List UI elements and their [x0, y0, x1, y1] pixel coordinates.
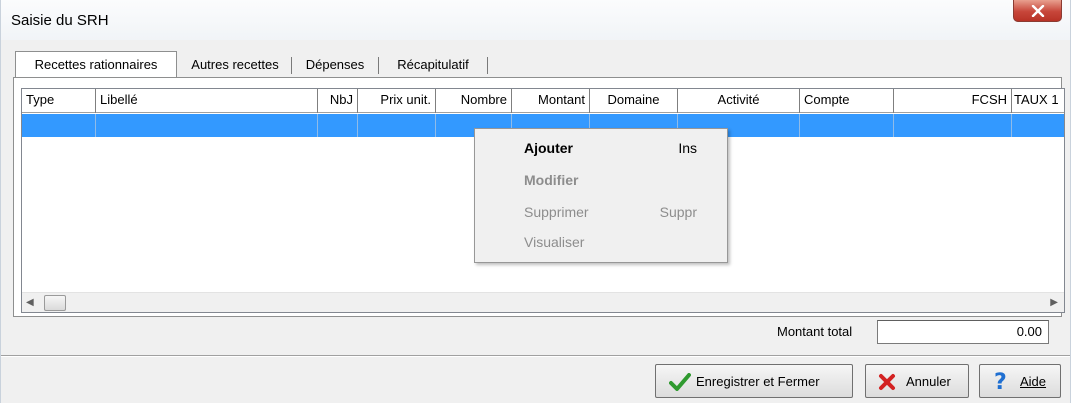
tab-depenses[interactable]: Dépenses	[294, 52, 376, 77]
table-cell[interactable]	[894, 114, 1012, 137]
column-header-activite[interactable]: Activité	[678, 89, 800, 113]
title-bar[interactable]: Saisie du SRH	[1, 0, 1070, 40]
tab-recettes-rationnaires[interactable]: Recettes rationnaires	[15, 51, 177, 78]
menu-item-supprimer[interactable]: Supprimer Suppr	[475, 199, 727, 225]
checkmark-icon	[669, 373, 691, 391]
column-header-nbj[interactable]: NbJ	[318, 89, 358, 113]
cancel-button-label: Annuler	[906, 374, 951, 389]
tab-separator	[487, 57, 488, 74]
tab-separator	[378, 57, 379, 74]
save-and-close-button[interactable]: Enregistrer et Fermer	[655, 364, 853, 398]
close-button[interactable]	[1013, 0, 1062, 22]
tab-autres-recettes[interactable]: Autres recettes	[181, 52, 289, 77]
menu-item-label: Supprimer	[524, 204, 589, 220]
table-cell[interactable]	[22, 114, 96, 137]
column-header-domaine[interactable]: Domaine	[590, 89, 678, 113]
help-button[interactable]: ? Aide	[979, 364, 1061, 398]
window-title: Saisie du SRH	[11, 12, 109, 29]
scroll-right-arrow-icon[interactable]: ▶	[1050, 297, 1058, 308]
question-mark-icon: ?	[994, 370, 1007, 395]
column-header-montant[interactable]: Montant	[512, 89, 590, 113]
context-menu: Ajouter Ins Modifier Supprimer Suppr Vis…	[474, 128, 728, 263]
tab-recapitulatif[interactable]: Récapitulatif	[381, 52, 485, 77]
column-header-libelle[interactable]: Libellé	[96, 89, 318, 113]
menu-item-shortcut: Ins	[678, 140, 697, 156]
menu-item-shortcut: Suppr	[659, 204, 697, 220]
cancel-button[interactable]: Annuler	[865, 364, 969, 398]
total-label: Montant total	[777, 324, 853, 339]
close-icon	[1031, 5, 1045, 17]
table-cell[interactable]	[800, 114, 894, 137]
total-amount-field[interactable]: 0.00	[877, 320, 1049, 344]
footer-divider-highlight	[1, 356, 1070, 357]
save-button-label: Enregistrer et Fermer	[696, 374, 820, 389]
menu-item-visualiser[interactable]: Visualiser	[475, 229, 727, 255]
column-header-nombre[interactable]: Nombre	[436, 89, 512, 113]
menu-item-modifier[interactable]: Modifier	[475, 167, 727, 193]
table-cell[interactable]	[318, 114, 358, 137]
scrollbar-thumb[interactable]	[44, 295, 66, 311]
red-x-icon	[879, 374, 895, 390]
dialog-window: Saisie du SRH Recettes rationnaires Autr…	[0, 0, 1071, 403]
column-header-compte[interactable]: Compte	[800, 89, 894, 113]
menu-item-label: Visualiser	[524, 234, 585, 250]
scroll-left-arrow-icon[interactable]: ◀	[26, 297, 34, 308]
menu-item-label: Ajouter	[524, 140, 573, 156]
menu-item-label: Modifier	[524, 172, 579, 188]
column-header-taux-1[interactable]: TAUX 1	[1012, 89, 1064, 113]
help-button-label: Aide	[1020, 374, 1047, 389]
grid-header: Type Libellé NbJ Prix unit. Nombre Monta…	[22, 89, 1064, 113]
table-cell[interactable]	[358, 114, 436, 137]
tab-separator	[291, 57, 292, 74]
horizontal-scrollbar[interactable]: ◀ ▶	[22, 292, 1064, 312]
table-cell[interactable]	[1012, 114, 1064, 137]
menu-item-ajouter[interactable]: Ajouter Ins	[475, 135, 727, 161]
table-cell[interactable]	[96, 114, 318, 137]
column-header-fcsh[interactable]: FCSH	[894, 89, 1012, 113]
column-header-type[interactable]: Type	[22, 89, 96, 113]
column-header-prix-unit[interactable]: Prix unit.	[358, 89, 436, 113]
